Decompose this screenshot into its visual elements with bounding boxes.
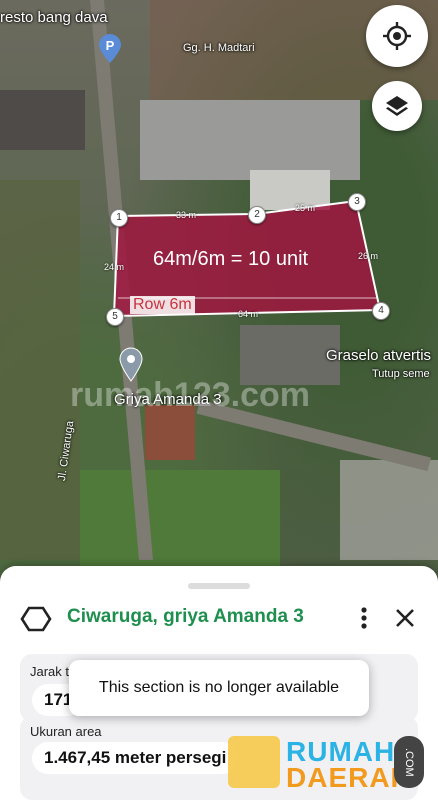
crosshair-icon bbox=[383, 22, 411, 50]
layers-button[interactable] bbox=[372, 81, 422, 131]
brand-logo: RUMAH DAERAH .COM bbox=[228, 736, 428, 793]
area-value: 1.467,45 meter persegi bbox=[32, 742, 239, 774]
logo-text-2: DAERAH bbox=[286, 762, 412, 793]
plot-vertex[interactable]: 5 bbox=[106, 308, 124, 326]
drag-handle[interactable] bbox=[188, 583, 250, 589]
logo-suffix: .COM bbox=[394, 736, 424, 788]
dimension-bottom: 64 m bbox=[238, 309, 259, 319]
plot-label: 64m/6m = 10 unit bbox=[153, 248, 309, 270]
watermark: rumah123.com bbox=[70, 376, 310, 414]
row-label: Row 6m bbox=[130, 296, 195, 314]
unavailable-toast: This section is no longer available bbox=[69, 660, 369, 716]
locate-button[interactable] bbox=[366, 5, 428, 67]
dimension-left: 24 m bbox=[104, 262, 125, 272]
plot-vertex[interactable]: 2 bbox=[248, 206, 266, 224]
polygon-icon bbox=[20, 606, 52, 632]
dimension-right: 26 m bbox=[358, 251, 379, 261]
layers-icon bbox=[386, 96, 408, 116]
area-label: Ukuran area bbox=[30, 724, 102, 739]
house-icon bbox=[228, 736, 280, 788]
place-title: Ciwaruga, griya Amanda 3 bbox=[67, 606, 304, 627]
close-icon[interactable] bbox=[392, 604, 418, 632]
plot-vertex[interactable]: 4 bbox=[372, 302, 390, 320]
dimension-top-right: 25 m bbox=[295, 203, 316, 213]
plot-vertex[interactable]: 3 bbox=[348, 193, 366, 211]
dimension-top-left: 33 m bbox=[176, 210, 197, 220]
more-vertical-icon[interactable] bbox=[352, 604, 376, 632]
plot-vertex[interactable]: 1 bbox=[110, 209, 128, 227]
